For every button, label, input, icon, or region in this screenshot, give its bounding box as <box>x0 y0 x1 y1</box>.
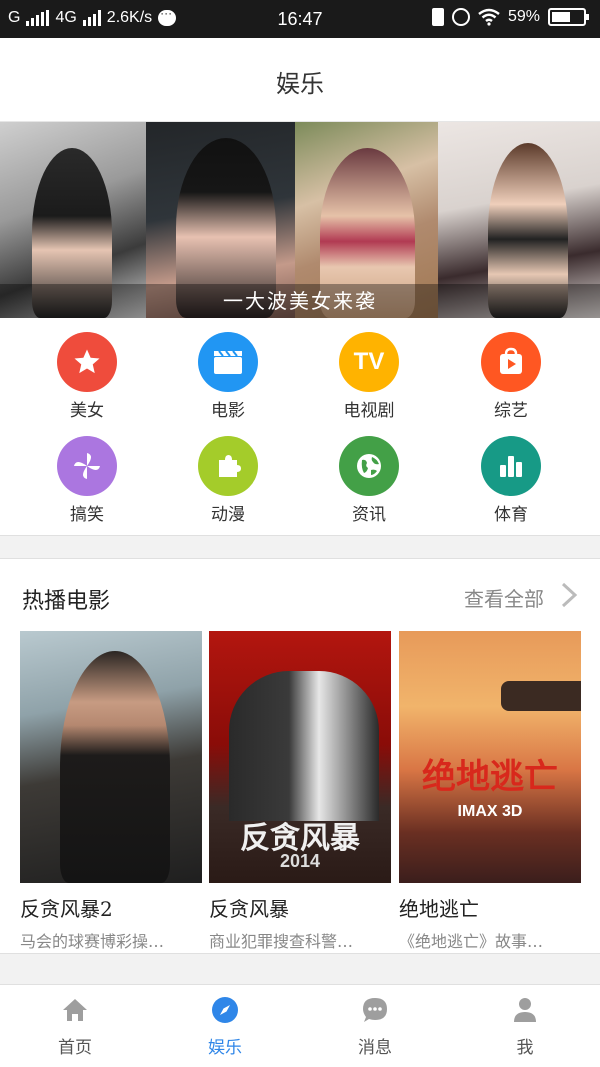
compass-icon <box>210 995 240 1025</box>
home-icon <box>60 995 90 1025</box>
nav-label: 我 <box>516 1038 534 1058</box>
bottom-nav: 首页 娱乐 消息 我 <box>0 984 600 1067</box>
movie-card-2[interactable]: 反贪风暴 2014 反贪风暴 商业犯罪搜查科警… <box>209 631 391 952</box>
category-tv-series[interactable]: TV 电视剧 <box>319 332 419 421</box>
movie-card-3[interactable]: 绝地逃亡 IMAX 3D 绝地逃亡 《绝地逃亡》故事… <box>399 631 581 952</box>
movie-poster: 绝地逃亡 IMAX 3D <box>399 631 581 883</box>
status-bar: G 4G 2.6K/s 16:47 59% <box>0 0 600 38</box>
battery-percent: 59% <box>507 8 540 25</box>
charging-icon <box>431 8 444 26</box>
movie-description: 商业犯罪搜查科警… <box>209 932 354 951</box>
wifi-icon <box>478 8 500 26</box>
section-title: 热播电影 <box>22 589 111 614</box>
play-bag-icon <box>481 332 541 392</box>
movie-poster: 反贪风暴 2014 <box>209 631 391 883</box>
category-anime[interactable]: 动漫 <box>178 436 278 525</box>
tv-badge: TV <box>353 348 385 375</box>
battery-level <box>552 12 570 22</box>
nav-messages[interactable]: 消息 <box>300 985 450 1067</box>
category-label: 动漫 <box>211 505 245 525</box>
poster-figures <box>229 671 379 821</box>
category-label: 体育 <box>494 505 528 525</box>
bar-chart-icon <box>481 436 541 496</box>
hot-movies-section: 热播电影 查看全部 反贪风暴2 马会的球赛博彩操… 反贪风暴 2014 反贪风暴… <box>0 558 600 954</box>
movie-poster <box>20 631 202 883</box>
globe-icon <box>339 436 399 496</box>
nav-me[interactable]: 我 <box>450 985 600 1067</box>
movie-description: 《绝地逃亡》故事… <box>399 932 544 951</box>
poster-cliff <box>501 681 581 711</box>
movie-title: 反贪风暴 <box>209 897 289 921</box>
alarm-icon <box>451 8 470 26</box>
chat-icon <box>360 995 390 1025</box>
poster-figure <box>60 651 170 883</box>
person-icon <box>510 995 540 1025</box>
movie-title: 绝地逃亡 <box>399 897 479 921</box>
category-label: 电影 <box>211 401 245 421</box>
nav-label: 消息 <box>358 1038 392 1058</box>
nav-label: 首页 <box>58 1038 92 1058</box>
page-title: 娱乐 <box>276 70 324 98</box>
category-sports[interactable]: 体育 <box>461 436 561 525</box>
nav-label: 娱乐 <box>208 1038 242 1058</box>
title-bar: 娱乐 <box>0 38 600 122</box>
star-icon <box>57 332 117 392</box>
movie-title: 反贪风暴2 <box>20 897 113 921</box>
category-beauty[interactable]: 美女 <box>37 332 137 421</box>
category-news[interactable]: 资讯 <box>319 436 419 525</box>
movie-card-1[interactable]: 反贪风暴2 马会的球赛博彩操… <box>20 631 202 952</box>
category-variety[interactable]: 综艺 <box>461 332 561 421</box>
category-label: 综艺 <box>494 401 528 421</box>
movie-description: 马会的球赛博彩操… <box>20 932 165 951</box>
puzzle-icon <box>198 436 258 496</box>
battery-icon <box>548 8 589 26</box>
category-grid: 美女 电影 TV 电视剧 综艺 搞笑 动漫 资讯 体育 <box>0 318 600 536</box>
status-right: 59% <box>431 8 589 26</box>
banner-carousel[interactable]: 一大波美女来袭 <box>0 122 600 318</box>
category-movie[interactable]: 电影 <box>178 332 278 421</box>
poster-subtitle: IMAX 3D <box>457 803 523 820</box>
tv-icon: TV <box>339 332 399 392</box>
banner-caption: 一大波美女来袭 <box>0 284 600 318</box>
clapperboard-icon <box>198 332 258 392</box>
pinwheel-icon <box>57 436 117 496</box>
poster-year: 2014 <box>279 851 321 871</box>
nav-home[interactable]: 首页 <box>0 985 150 1067</box>
view-all-link[interactable]: 查看全部 <box>464 583 544 612</box>
poster-title: 绝地逃亡 <box>422 757 558 797</box>
chevron-right-icon[interactable] <box>560 581 578 609</box>
category-label: 美女 <box>70 401 104 421</box>
category-label: 电视剧 <box>343 401 395 421</box>
category-funny[interactable]: 搞笑 <box>37 436 137 525</box>
category-label: 搞笑 <box>70 505 104 525</box>
category-label: 资讯 <box>352 505 386 525</box>
nav-entertainment[interactable]: 娱乐 <box>150 985 300 1067</box>
